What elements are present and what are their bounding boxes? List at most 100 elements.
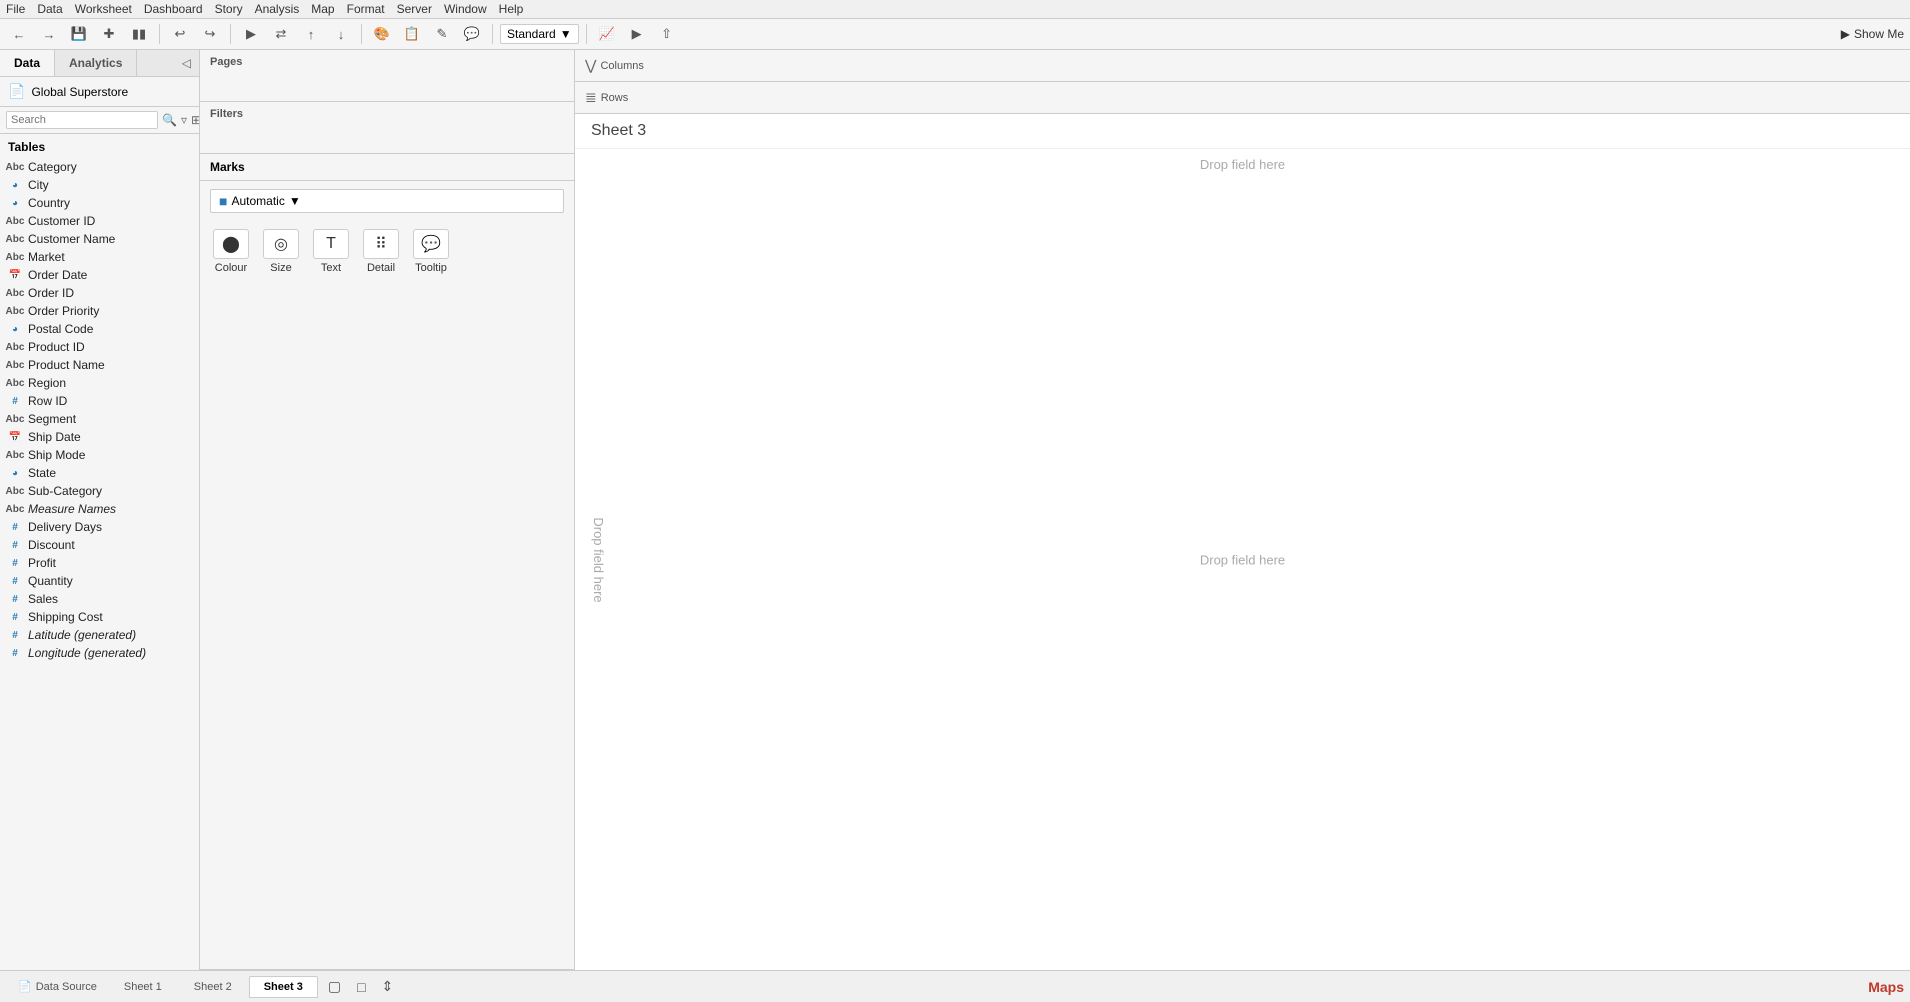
marks-btn-tooltip[interactable]: 💬Tooltip: [410, 229, 452, 274]
menu-map[interactable]: Map: [311, 2, 334, 16]
menu-story[interactable]: Story: [215, 2, 243, 16]
field-type-icon: #: [8, 646, 22, 660]
marks-btn-icon: T: [313, 229, 349, 259]
separator-1: [159, 24, 160, 44]
new-datasource-button[interactable]: ✚: [96, 22, 122, 46]
field-item[interactable]: AbcOrder Priority: [0, 302, 199, 320]
field-item[interactable]: AbcMeasure Names: [0, 500, 199, 518]
field-item[interactable]: #Latitude (generated): [0, 626, 199, 644]
field-item[interactable]: #Longitude (generated): [0, 644, 199, 662]
field-item[interactable]: AbcSub-Category: [0, 482, 199, 500]
tab-analytics[interactable]: Analytics: [55, 50, 137, 76]
field-item[interactable]: #Sales: [0, 590, 199, 608]
duplicate-button[interactable]: ▮▮: [126, 22, 152, 46]
field-item[interactable]: ◕Postal Code: [0, 320, 199, 338]
datasource-tab[interactable]: 📄 Data Source: [6, 976, 109, 997]
field-item[interactable]: 📅Order Date: [0, 266, 199, 284]
search-input[interactable]: [6, 111, 158, 129]
select-button[interactable]: ▶: [238, 22, 264, 46]
viz-button[interactable]: 📈: [594, 22, 620, 46]
marks-btn-size[interactable]: ◎Size: [260, 229, 302, 274]
menu-worksheet[interactable]: Worksheet: [75, 2, 132, 16]
field-item[interactable]: AbcSegment: [0, 410, 199, 428]
menu-server[interactable]: Server: [397, 2, 432, 16]
grid-icon[interactable]: ⊞: [191, 113, 200, 127]
tooltip-button[interactable]: 💬: [459, 22, 485, 46]
field-item[interactable]: 📅Ship Date: [0, 428, 199, 446]
swap-button[interactable]: ⇄: [268, 22, 294, 46]
format-button[interactable]: ✎: [429, 22, 455, 46]
field-item[interactable]: ◕State: [0, 464, 199, 482]
field-item[interactable]: AbcProduct Name: [0, 356, 199, 374]
menu-help[interactable]: Help: [499, 2, 524, 16]
share-button[interactable]: ⇧: [654, 22, 680, 46]
field-item[interactable]: #Profit: [0, 554, 199, 572]
field-item[interactable]: #Shipping Cost: [0, 608, 199, 626]
menu-file[interactable]: File: [6, 2, 25, 16]
back-button[interactable]: ←: [6, 22, 32, 46]
redo-button[interactable]: ↪: [197, 22, 223, 46]
tab-sheet3[interactable]: Sheet 3: [249, 976, 318, 998]
field-type-icon: #: [8, 610, 22, 624]
marks-btn-detail[interactable]: ⠿Detail: [360, 229, 402, 274]
sort-desc-button[interactable]: ↓: [328, 22, 354, 46]
field-item[interactable]: AbcMarket: [0, 248, 199, 266]
label-button[interactable]: 📋: [399, 22, 425, 46]
field-type-icon: #: [8, 574, 22, 588]
collapse-arrow[interactable]: ◁: [174, 50, 199, 76]
menu-format[interactable]: Format: [347, 2, 385, 16]
pages-label: Pages: [210, 56, 564, 68]
field-item[interactable]: AbcCategory: [0, 158, 199, 176]
search-icon[interactable]: 🔍: [162, 113, 177, 127]
tab-sheet1[interactable]: Sheet 1: [109, 976, 177, 998]
field-name: Order Date: [28, 268, 87, 282]
undo-button[interactable]: ↩: [167, 22, 193, 46]
columns-drop-area[interactable]: [665, 52, 1910, 80]
maps-label[interactable]: Maps: [1868, 979, 1904, 995]
marks-btn-colour[interactable]: ⬤Colour: [210, 229, 252, 274]
field-item[interactable]: AbcShip Mode: [0, 446, 199, 464]
rows-drop-area[interactable]: [665, 84, 1910, 112]
show-me-button[interactable]: ▶ Show Me: [1841, 27, 1904, 41]
tab-sheet2[interactable]: Sheet 2: [179, 976, 247, 998]
forward-button[interactable]: →: [36, 22, 62, 46]
field-item[interactable]: AbcOrder ID: [0, 284, 199, 302]
search-bar: 🔍 ▿ ⊞: [0, 107, 199, 134]
color-button[interactable]: 🎨: [369, 22, 395, 46]
row-shelf: ≣ Rows: [575, 82, 1910, 114]
database-small-icon: 📄: [18, 980, 32, 993]
field-item[interactable]: ◕City: [0, 176, 199, 194]
field-item[interactable]: #Delivery Days: [0, 518, 199, 536]
field-type-icon: Abc: [8, 484, 22, 498]
menu-window[interactable]: Window: [444, 2, 487, 16]
marks-btn-icon: ⠿: [363, 229, 399, 259]
field-item[interactable]: ◕Country: [0, 194, 199, 212]
separator-3: [361, 24, 362, 44]
standard-dropdown[interactable]: Standard ▼: [500, 24, 579, 44]
field-item[interactable]: #Row ID: [0, 392, 199, 410]
save-button[interactable]: 💾: [66, 22, 92, 46]
filters-label: Filters: [210, 108, 564, 120]
move-sheet-icon[interactable]: ⇕: [374, 974, 402, 999]
field-type-icon: ◕: [8, 322, 22, 336]
field-item[interactable]: AbcProduct ID: [0, 338, 199, 356]
add-sheet-icon[interactable]: ▢: [320, 974, 349, 999]
field-item[interactable]: AbcCustomer ID: [0, 212, 199, 230]
sheet-body[interactable]: Drop field here Drop field here Drop fie…: [575, 149, 1910, 970]
duplicate-sheet-icon[interactable]: □: [349, 975, 373, 999]
marks-type-dropdown[interactable]: ■ Automatic ▼: [210, 189, 564, 213]
filter-icon[interactable]: ▿: [181, 113, 187, 127]
present-button[interactable]: ▶: [624, 22, 650, 46]
menu-analysis[interactable]: Analysis: [255, 2, 300, 16]
menu-dashboard[interactable]: Dashboard: [144, 2, 203, 16]
field-item[interactable]: #Quantity: [0, 572, 199, 590]
sort-asc-button[interactable]: ↑: [298, 22, 324, 46]
field-item[interactable]: AbcCustomer Name: [0, 230, 199, 248]
tab-data[interactable]: Data: [0, 50, 55, 76]
field-type-icon: Abc: [8, 376, 22, 390]
marks-btn-text[interactable]: TText: [310, 229, 352, 274]
field-item[interactable]: AbcRegion: [0, 374, 199, 392]
field-item[interactable]: #Discount: [0, 536, 199, 554]
menu-data[interactable]: Data: [37, 2, 62, 16]
separator-5: [586, 24, 587, 44]
